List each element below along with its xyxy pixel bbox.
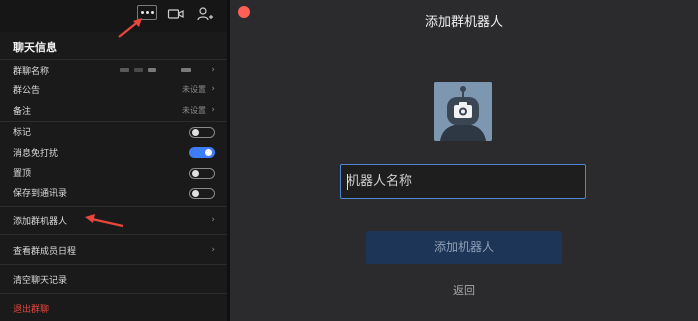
blurred-name [120, 68, 129, 72]
view-schedule-row[interactable]: 查看群成员日程 › [0, 242, 227, 260]
blurred-name [181, 68, 191, 72]
clear-history-row[interactable]: 清空聊天记录 [0, 271, 227, 289]
chevron-right-icon: › [211, 65, 215, 75]
exit-group-row[interactable]: 退出群聊 [0, 300, 227, 318]
remark-value: 未设置 [182, 106, 206, 115]
remark-row[interactable]: 备注 未设置 › [0, 102, 227, 120]
remark-label: 备注 [13, 107, 32, 117]
chevron-right-icon: › [211, 105, 215, 115]
divider [0, 234, 227, 235]
page-title: 聊天信息 [13, 41, 57, 54]
robot-avatar-upload[interactable] [434, 82, 492, 141]
divider [0, 264, 227, 265]
chevron-right-icon: › [211, 84, 215, 94]
group-announcement-row[interactable]: 群公告 未设置 › [0, 81, 227, 99]
robot-avatar-icon [434, 82, 492, 141]
divider [0, 293, 227, 294]
add-robot-dialog: 添加群机器人 添加机器人 返回 [230, 0, 698, 321]
blurred-name [134, 68, 143, 72]
chevron-right-icon: › [211, 215, 215, 225]
text-caret [347, 174, 348, 190]
announcement-value: 未设置 [182, 85, 206, 94]
save-contacts-toggle[interactable] [189, 188, 215, 199]
divider [0, 59, 227, 60]
robot-name-field[interactable] [340, 164, 586, 199]
pin-label: 置顶 [13, 169, 32, 179]
video-icon[interactable] [167, 6, 189, 24]
mute-toggle[interactable] [189, 147, 215, 158]
exit-group-label: 退出群聊 [13, 305, 50, 315]
clear-history-label: 清空聊天记录 [13, 276, 68, 286]
save-contacts-label: 保存到通讯录 [13, 189, 68, 199]
blurred-name [148, 68, 156, 72]
pin-toggle[interactable] [189, 168, 215, 179]
chevron-right-icon: › [211, 245, 215, 255]
group-name-row[interactable]: 群聊名称 › [0, 62, 227, 80]
dialog-title: 添加群机器人 [424, 15, 503, 30]
mark-label: 标记 [13, 128, 32, 138]
annotation-arrow-icon [85, 214, 124, 228]
view-schedule-label: 查看群成员日程 [13, 247, 77, 257]
divider [0, 121, 227, 122]
announcement-label: 群公告 [13, 86, 41, 96]
robot-name-input[interactable] [341, 165, 585, 198]
panel-toolbar [0, 0, 227, 32]
annotation-arrow-icon [118, 18, 142, 38]
add-member-icon[interactable] [196, 6, 218, 24]
mute-label: 消息免打扰 [13, 149, 59, 159]
chat-info-panel: 聊天信息 群聊名称 › 群公告 未设置 › 备注 未设置 › 标记 消息免打扰 … [0, 0, 227, 321]
group-name-label: 群聊名称 [13, 67, 50, 77]
add-robot-button[interactable]: 添加机器人 [366, 231, 562, 264]
add-robot-label: 添加群机器人 [13, 217, 68, 227]
back-link[interactable]: 返回 [230, 282, 698, 298]
divider [0, 206, 227, 207]
mark-toggle[interactable] [189, 127, 215, 138]
